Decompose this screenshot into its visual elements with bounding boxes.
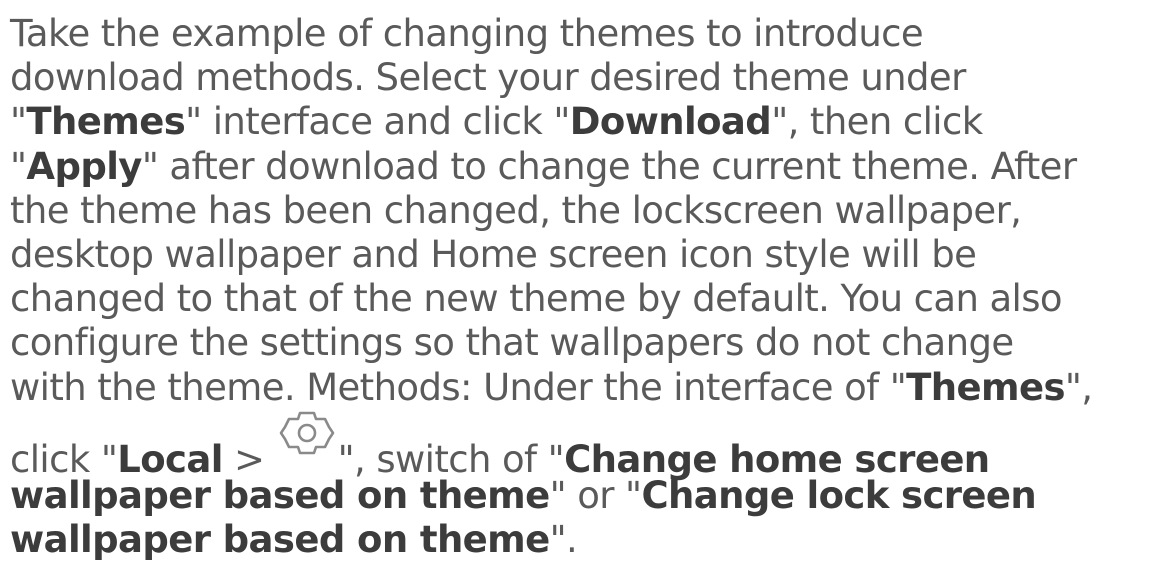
change-home-screen-label: wallpaper based on theme	[10, 473, 550, 517]
text-line: wallpaper based on theme".	[10, 518, 578, 562]
themes-label: Themes	[26, 100, 186, 144]
change-lock-screen-label: wallpaper based on theme	[10, 518, 550, 562]
gear-icon	[277, 410, 337, 456]
text-line: "Apply" after download to change the cur…	[10, 144, 1077, 188]
download-label: Download	[569, 100, 772, 144]
text-line: the theme has been changed, the lockscre…	[10, 188, 1022, 232]
instruction-text: Take the example of changing themes to i…	[10, 12, 1150, 562]
paragraph: Take the example of changing themes to i…	[10, 12, 1150, 562]
text-line: "Themes" interface and click "Download",…	[10, 100, 983, 144]
text-line: wallpaper based on theme" or "Change loc…	[10, 473, 1037, 517]
text-line: desktop wallpaper and Home screen icon s…	[10, 233, 977, 277]
apply-label: Apply	[26, 144, 142, 188]
text-line: click "Local > ", switch of "Change home…	[10, 410, 1150, 481]
text-line: configure the settings so that wallpaper…	[10, 321, 1014, 365]
change-lock-screen-label: Change lock screen	[641, 473, 1037, 517]
text-line: with the theme. Methods: Under the inter…	[10, 365, 1093, 409]
themes-label: Themes	[906, 365, 1065, 409]
text-line: Take the example of changing themes to i…	[10, 12, 924, 55]
text-line: changed to that of the new theme by defa…	[10, 277, 1063, 321]
text-line: download methods. Select your desired th…	[10, 56, 966, 100]
